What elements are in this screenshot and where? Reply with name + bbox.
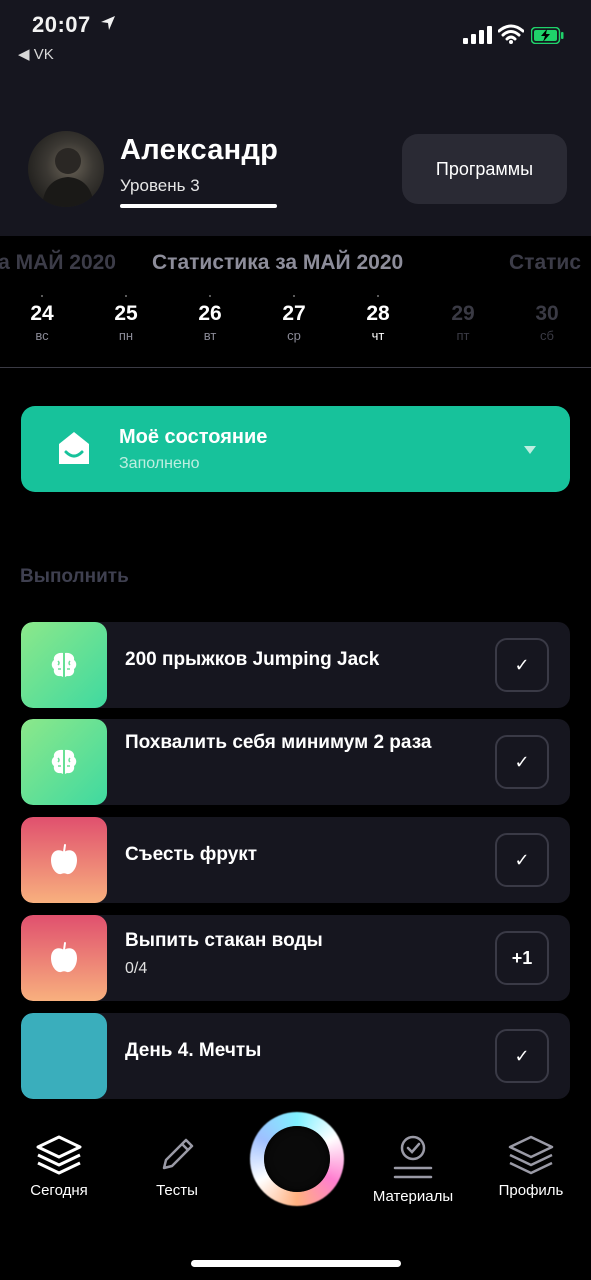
stats-title: Статистика за МАЙ 2020 — [152, 251, 404, 274]
pencil-icon — [162, 1138, 194, 1170]
task-title: Съесть фрукт — [125, 844, 258, 865]
checklist-icon — [393, 1135, 433, 1179]
task-thumbnail — [21, 915, 107, 1001]
chevron-down-icon[interactable] — [524, 446, 536, 454]
day-dot — [41, 295, 43, 297]
cellular-signal-icon — [463, 26, 492, 44]
center-action-core — [264, 1126, 330, 1192]
tab-today[interactable]: Сегодня — [22, 1134, 96, 1199]
day-item-future[interactable]: 29 пт — [438, 286, 488, 343]
stats-title-prev[interactable]: за МАЙ 2020 — [0, 251, 116, 275]
tab-tests-label: Тесты — [156, 1182, 198, 1199]
task-item[interactable]: 200 прыжков Jumping Jack ✓ — [21, 622, 570, 708]
day-number: 29 — [451, 302, 475, 325]
my-state-title: Моё состояние — [119, 426, 268, 448]
task-check-button[interactable]: ✓ — [495, 1029, 549, 1083]
day-number: 28 — [366, 302, 390, 325]
task-thumbnail — [21, 1013, 107, 1099]
day-dot — [209, 295, 211, 297]
task-increment-button[interactable]: +1 — [495, 931, 549, 985]
task-item[interactable]: Съесть фрукт ✓ — [21, 817, 570, 903]
tab-materials[interactable]: Материалы — [366, 1134, 460, 1205]
tab-materials-label: Материалы — [372, 1188, 454, 1205]
task-thumbnail — [21, 719, 107, 805]
day-dot — [377, 295, 379, 297]
status-time: 20:07 — [32, 12, 91, 37]
tab-tests[interactable]: Тесты — [146, 1134, 208, 1199]
tab-today-label: Сегодня — [30, 1182, 88, 1199]
apple-icon — [51, 942, 77, 973]
section-title: Выполнить — [20, 566, 129, 587]
task-title: Похвалить себя минимум 2 раза — [125, 732, 432, 753]
level-progress-bar — [120, 204, 277, 208]
day-item-future[interactable]: 30 сб — [522, 286, 572, 343]
apple-icon — [51, 844, 77, 875]
layers-icon — [508, 1135, 554, 1175]
avatar[interactable] — [28, 131, 104, 207]
envelope-smile-icon — [59, 432, 89, 464]
day-item[interactable]: 25 пн — [101, 286, 151, 343]
stats-title-next[interactable]: Статис — [509, 251, 581, 275]
day-number: 26 — [198, 302, 222, 325]
task-title: 200 прыжков Jumping Jack — [125, 649, 380, 670]
task-item[interactable]: Выпить стакан воды 0/4 +1 — [21, 915, 570, 1001]
wifi-icon — [498, 24, 524, 44]
task-check-button[interactable]: ✓ — [495, 735, 549, 789]
tab-profile[interactable]: Профиль — [494, 1134, 568, 1199]
day-item-selected[interactable]: 28 чт — [353, 286, 403, 343]
brain-icon — [51, 652, 77, 677]
task-progress: 0/4 — [125, 960, 148, 977]
task-title: День 4. Мечты — [125, 1040, 262, 1061]
day-weekday: сб — [540, 328, 554, 343]
day-item[interactable]: 24 вс — [17, 286, 67, 343]
programs-button[interactable]: Программы — [402, 134, 567, 204]
task-item[interactable]: День 4. Мечты ✓ — [21, 1013, 570, 1099]
day-item[interactable]: 27 ср — [269, 286, 319, 343]
day-weekday: ср — [287, 328, 301, 343]
day-weekday: чт — [371, 328, 385, 343]
day-dot — [125, 295, 127, 297]
task-check-button[interactable]: ✓ — [495, 833, 549, 887]
day-number: 30 — [535, 302, 559, 325]
day-weekday: пт — [456, 328, 470, 343]
day-weekday: вт — [203, 328, 217, 343]
user-name: Александр — [120, 134, 279, 166]
layers-icon — [36, 1135, 82, 1175]
day-number: 24 — [30, 302, 54, 325]
brain-icon — [51, 749, 77, 774]
day-weekday: пн — [118, 328, 134, 343]
my-state-subtitle: Заполнено — [119, 455, 200, 472]
battery-charging-icon — [531, 27, 564, 44]
day-item[interactable]: 26 вт — [185, 286, 235, 343]
day-number: 27 — [282, 302, 306, 325]
day-weekday: вс — [35, 328, 49, 343]
task-thumbnail — [21, 817, 107, 903]
day-dot — [293, 295, 295, 297]
home-indicator[interactable] — [191, 1260, 401, 1267]
back-to-app-link[interactable]: ◀ VK — [18, 45, 54, 63]
my-state-card[interactable]: Моё состояние Заполнено — [21, 406, 570, 492]
user-level: Уровень 3 — [120, 176, 200, 195]
task-title: Выпить стакан воды — [125, 930, 323, 951]
location-arrow-icon — [101, 16, 115, 30]
task-item[interactable]: Похвалить себя минимум 2 раза ✓ — [21, 719, 570, 805]
tab-profile-label: Профиль — [498, 1182, 564, 1199]
day-number: 25 — [114, 302, 138, 325]
stats-strip[interactable]: за МАЙ 2020 Статистика за МАЙ 2020 Стати… — [0, 236, 591, 368]
task-check-button[interactable]: ✓ — [495, 638, 549, 692]
avatar-silhouette-icon — [42, 148, 94, 207]
task-thumbnail — [21, 622, 107, 708]
